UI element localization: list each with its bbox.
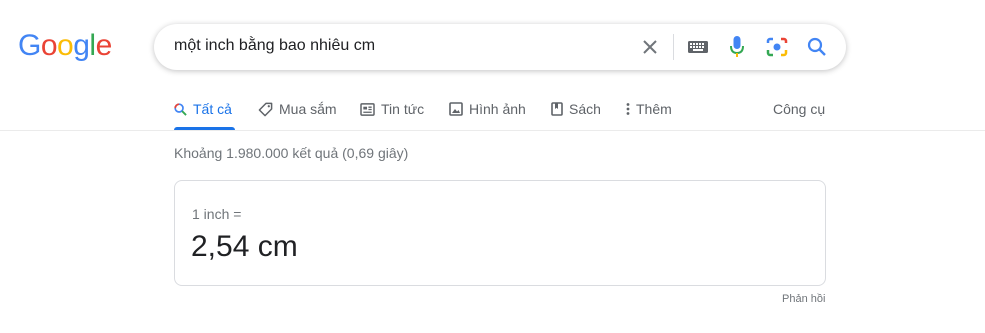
tab-label: Mua sắm — [279, 101, 337, 117]
tab-news[interactable]: Tin tức — [360, 88, 424, 130]
conversion-source: 1 inch = — [192, 206, 242, 222]
tools-label: Công cụ — [773, 101, 826, 117]
mic-icon[interactable] — [725, 24, 749, 70]
conversion-result: 2,54 cm — [191, 230, 298, 263]
result-stats: Khoảng 1.980.000 kết quả (0,69 giây) — [174, 145, 409, 161]
tab-label: Sách — [569, 101, 601, 117]
search-input[interactable]: một inch bằng bao nhiêu cm — [174, 37, 375, 55]
camera-icon[interactable] — [764, 24, 790, 70]
logo-letter: o — [40, 29, 58, 62]
tab-label: Tất cả — [193, 101, 232, 117]
tab-more[interactable]: Thêm — [626, 88, 672, 130]
unit-converter-card: 1 inch = 2,54 cm — [174, 180, 826, 286]
tab-label: Thêm — [636, 101, 672, 117]
keyboard-icon[interactable] — [686, 24, 710, 70]
logo-letter: o — [57, 29, 74, 62]
tools-button[interactable]: Công cụ — [773, 88, 825, 130]
logo-letter: g — [73, 29, 90, 62]
tab-all[interactable]: Tất cả — [174, 88, 232, 130]
active-tab-indicator — [174, 127, 235, 130]
search-icon[interactable] — [804, 24, 830, 70]
search-divider — [673, 34, 674, 60]
more-vert-icon — [626, 103, 630, 115]
tag-icon — [258, 102, 273, 116]
logo-letter: e — [95, 29, 113, 62]
clear-icon[interactable] — [638, 24, 662, 70]
tab-label: Tin tức — [381, 101, 425, 117]
book-icon — [551, 102, 563, 116]
tab-label: Hình ảnh — [469, 101, 526, 117]
news-icon — [360, 102, 375, 116]
search-box[interactable]: một inch bằng bao nhiêu cm — [154, 24, 846, 70]
tab-books[interactable]: Sách — [551, 88, 601, 130]
tab-images[interactable]: Hình ảnh — [449, 88, 526, 130]
feedback-link[interactable]: Phản hồi — [782, 293, 825, 305]
search-tabs: Tất cả Mua sắm Tin tức Hình ảnh Sách Thê… — [0, 88, 985, 131]
google-logo[interactable]: Google — [18, 31, 112, 61]
search-icon — [174, 102, 187, 116]
logo-letter: G — [18, 29, 41, 62]
tab-shopping[interactable]: Mua sắm — [258, 88, 337, 130]
image-icon — [449, 102, 463, 116]
